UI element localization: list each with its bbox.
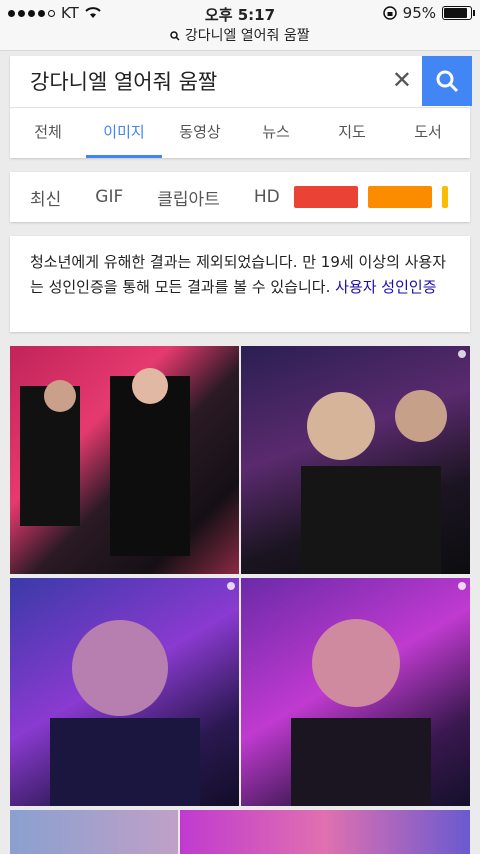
search-tabs: 전체 이미지 동영상 뉴스 지도 도서 [10,108,470,158]
image-thumbnail [20,368,190,556]
search-button[interactable] [422,56,472,106]
clear-icon[interactable]: ✕ [392,66,412,94]
image-result[interactable] [241,578,470,806]
search-card: 강다니엘 열어줘 움짤 ✕ 전체 이미지 동영상 뉴스 지도 도서 [10,56,472,158]
address-text: 강다니엘 열어줘 움짤 [184,28,310,44]
image-thumbnail [50,620,200,806]
filter-clipart[interactable]: 클립아트 [157,185,220,210]
filter-hd[interactable]: HD [254,187,280,207]
tab-all[interactable]: 전체 [10,108,86,158]
tab-images[interactable]: 이미지 [86,108,162,158]
search-input[interactable]: 강다니엘 열어줘 움짤 [30,68,217,96]
search-icon [436,70,459,93]
battery-icon [442,6,475,20]
color-filter-orange[interactable] [367,186,432,208]
battery-percent: 95% [402,4,436,22]
image-result[interactable] [10,346,239,574]
safesearch-notice: 청소년에게 유해한 결과는 제외되었습니다. 만 19세 이상의 사용자는 성인… [10,236,470,332]
color-filter-red[interactable] [293,186,358,208]
tab-maps[interactable]: 지도 [314,108,390,158]
video-badge-icon [458,582,466,590]
image-thumbnail [291,619,431,806]
filter-recent[interactable]: 최신 [30,185,61,210]
image-result[interactable] [180,810,470,854]
rotation-lock-icon [382,6,397,20]
image-result[interactable] [10,810,178,854]
tab-news[interactable]: 뉴스 [238,108,314,158]
status-bar: KT 오후 5:17 95% [0,0,480,26]
video-badge-icon [458,350,466,358]
tab-videos[interactable]: 동영상 [162,108,238,158]
tab-books[interactable]: 도서 [390,108,466,158]
search-icon [170,31,180,41]
battery-level [444,8,467,18]
color-filter-yellow[interactable] [441,186,448,208]
filter-gif[interactable]: GIF [95,187,123,207]
video-badge-icon [227,582,235,590]
adult-verification-link[interactable]: 사용자 성인인증 [335,278,436,296]
image-filter-bar: 최신 GIF 클립아트 HD [10,172,470,222]
image-result[interactable] [10,578,239,806]
image-result[interactable] [241,346,470,574]
image-thumbnail [301,390,447,574]
address-bar[interactable]: 강다니엘 열어줘 움짤 [0,26,480,51]
